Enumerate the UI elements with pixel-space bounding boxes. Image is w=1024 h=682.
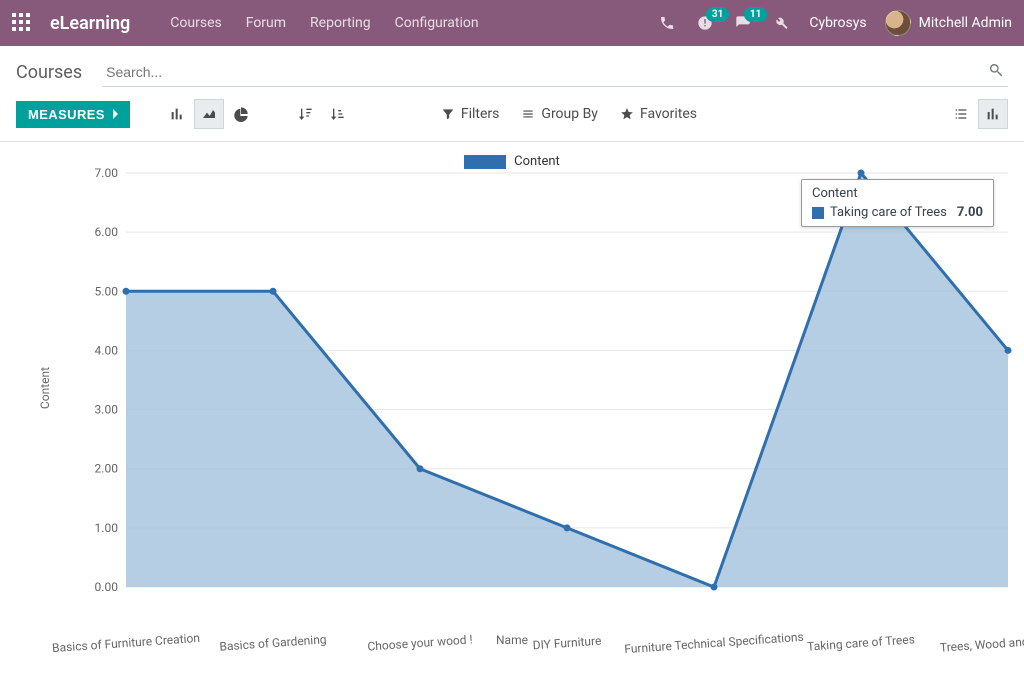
svg-text:2.00: 2.00 — [95, 462, 119, 476]
system-name[interactable]: Cybrosys — [809, 15, 866, 31]
graph-view-button[interactable] — [978, 99, 1008, 129]
search-icon[interactable] — [988, 62, 1004, 78]
x-tick-label: DIY Furniture — [532, 634, 602, 653]
sort-group — [290, 99, 352, 129]
view-switcher — [946, 99, 1008, 129]
main-menu: Courses Forum Reporting Configuration — [170, 15, 478, 31]
svg-text:3.00: 3.00 — [95, 403, 119, 417]
chart-tooltip: Content Taking care of Trees 7.00 — [801, 179, 994, 227]
tooltip-value: 7.00 — [957, 205, 983, 220]
chart-container: Content Content 0.001.002.003.004.005.00… — [0, 142, 1024, 682]
legend-swatch — [464, 155, 506, 169]
menu-forum[interactable]: Forum — [246, 15, 286, 31]
svg-text:6.00: 6.00 — [95, 225, 119, 239]
tooltip-label: Taking care of Trees — [830, 205, 947, 220]
avatar — [885, 10, 911, 36]
caret-right-icon — [113, 109, 118, 119]
app-brand[interactable]: eLearning — [50, 13, 130, 34]
y-axis-label: Content — [38, 367, 52, 409]
legend-label: Content — [514, 154, 560, 169]
menu-configuration[interactable]: Configuration — [395, 15, 479, 31]
sort-asc-button[interactable] — [322, 99, 352, 129]
x-tick-label: Taking care of Trees — [807, 632, 916, 653]
pie-chart-button[interactable] — [226, 99, 256, 129]
user-name: Mitchell Admin — [919, 15, 1012, 31]
apps-icon[interactable] — [12, 13, 32, 33]
messages-icon[interactable]: 11 — [733, 13, 753, 33]
filters-button[interactable]: Filters — [441, 106, 500, 122]
groupby-button[interactable]: Group By — [521, 106, 598, 122]
area-chart-button[interactable] — [194, 99, 224, 129]
svg-text:5.00: 5.00 — [95, 284, 119, 298]
svg-text:0.00: 0.00 — [95, 580, 119, 594]
search-input[interactable] — [102, 58, 1008, 87]
chart-legend: Content — [10, 154, 1014, 169]
star-icon — [620, 107, 634, 121]
messages-badge: 11 — [744, 7, 767, 22]
tools-icon[interactable] — [771, 13, 791, 33]
tooltip-swatch — [812, 207, 824, 219]
tooltip-title: Content — [812, 186, 983, 201]
svg-text:4.00: 4.00 — [95, 343, 119, 357]
list-icon — [521, 107, 535, 121]
svg-text:1.00: 1.00 — [95, 521, 119, 535]
list-view-button[interactable] — [946, 99, 976, 129]
chart-type-group — [162, 99, 256, 129]
user-menu[interactable]: Mitchell Admin — [885, 10, 1012, 36]
filter-group: Filters Group By Favorites — [441, 106, 697, 122]
favorites-button[interactable]: Favorites — [620, 106, 697, 122]
measures-label: MEASURES — [28, 107, 105, 122]
x-tick-label: Choose your wood ! — [367, 632, 473, 653]
top-navbar: eLearning Courses Forum Reporting Config… — [0, 0, 1024, 46]
x-tick-label: Basics of Gardening — [219, 632, 327, 653]
bar-chart-button[interactable] — [162, 99, 192, 129]
menu-reporting[interactable]: Reporting — [310, 15, 371, 31]
sort-desc-button[interactable] — [290, 99, 320, 129]
phone-icon[interactable] — [657, 13, 677, 33]
x-ticks: Basics of Furniture CreationBasics of Ga… — [116, 636, 1018, 676]
activities-icon[interactable]: 31 — [695, 13, 715, 33]
menu-courses[interactable]: Courses — [170, 15, 221, 31]
chart-plot: 0.001.002.003.004.005.006.007.00 — [126, 173, 1008, 587]
svg-text:7.00: 7.00 — [95, 166, 119, 180]
page-title: Courses — [16, 62, 82, 83]
search-container — [102, 58, 1008, 87]
funnel-icon — [441, 107, 455, 121]
activities-badge: 31 — [706, 7, 729, 22]
measures-button[interactable]: MEASURES — [16, 101, 130, 128]
control-panel: Courses MEASURES Filters — [0, 46, 1024, 142]
